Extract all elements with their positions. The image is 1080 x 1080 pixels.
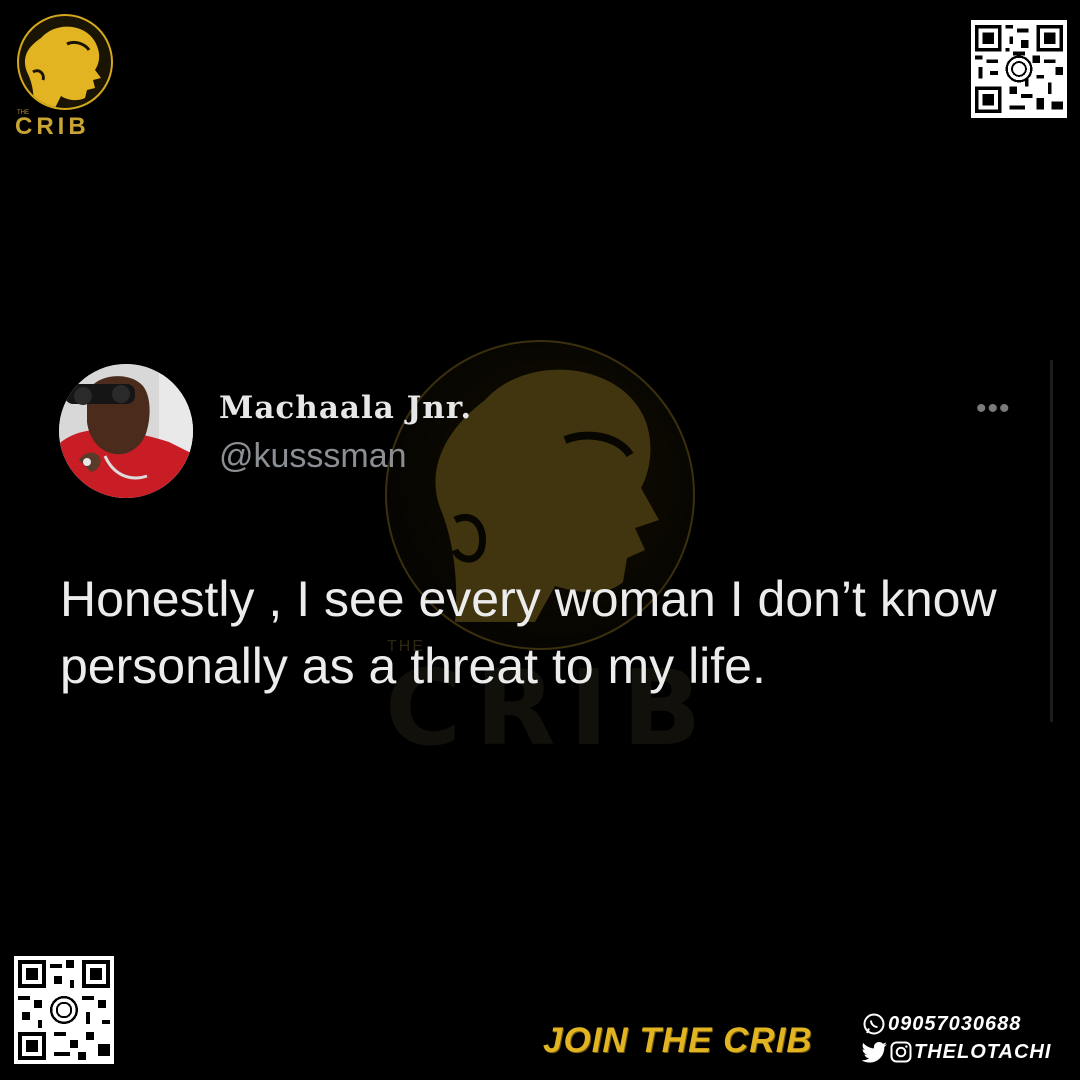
twitter-icon (862, 1042, 887, 1063)
contact-info: 09057030688 THELOTACHI (862, 1010, 1072, 1066)
logo-crib: CRIB (15, 113, 90, 140)
qr-code-bottom[interactable] (14, 956, 114, 1064)
phone-row[interactable]: 09057030688 (862, 1010, 1072, 1038)
more-options-icon[interactable]: ••• (976, 392, 1011, 426)
display-name[interactable]: Machaala Jnr. (219, 390, 472, 426)
tweet-text: Honestly , I see every woman I don’t kno… (60, 571, 997, 694)
scrollbar[interactable] (1050, 360, 1053, 722)
brand-logo: THE CRIB (15, 14, 113, 140)
phone-number: 09057030688 (888, 1012, 1022, 1035)
logo-emblem (17, 14, 113, 110)
user-handle[interactable]: @kusssman (219, 437, 407, 476)
join-cta[interactable]: JOIN THE CRIB (543, 1021, 813, 1061)
whatsapp-icon (863, 1013, 885, 1035)
social-handle: THELOTACHI (914, 1040, 1052, 1063)
instagram-icon (890, 1041, 912, 1063)
social-row[interactable]: THELOTACHI (862, 1038, 1072, 1066)
qr-code-top[interactable] (971, 20, 1067, 118)
avatar[interactable] (59, 364, 193, 498)
post-canvas: THE CRIB THE CRIB Machaala Jnr. @kusssma… (0, 0, 1080, 1080)
